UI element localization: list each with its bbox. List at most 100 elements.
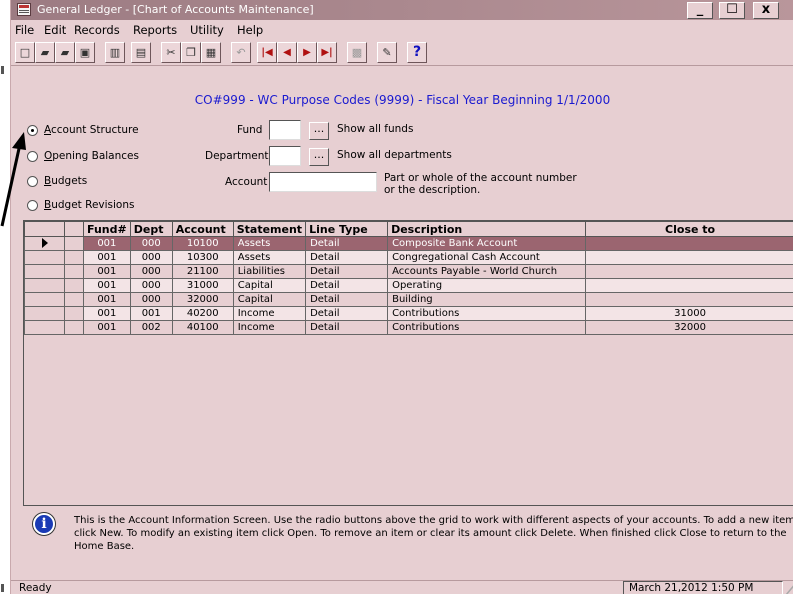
account-cell[interactable]: 31000 — [171, 278, 234, 293]
print-icon[interactable]: ▤ — [131, 42, 151, 63]
previous-record-icon[interactable]: ◀ — [277, 42, 297, 63]
title-bar[interactable]: General Ledger - [Chart of Accounts Main… — [11, 0, 793, 20]
header-account[interactable]: Account — [171, 221, 234, 237]
header-description[interactable]: Description — [387, 221, 587, 237]
cut-icon[interactable]: ✂ — [161, 42, 181, 63]
row-selector[interactable] — [24, 264, 65, 279]
header-statement[interactable]: Statement — [232, 221, 307, 237]
menu-file[interactable]: File — [15, 23, 34, 37]
close-to-cell[interactable]: 32000 — [585, 320, 793, 335]
line-type-cell[interactable]: Detail — [305, 250, 389, 265]
table-row[interactable]: 001 001 40200 Income Detail Contributions 3100… — [24, 306, 793, 321]
description-cell[interactable]: Contributions — [387, 320, 587, 335]
close-to-cell[interactable] — [585, 250, 793, 265]
account-cell[interactable]: 40200 — [171, 306, 234, 321]
fund-cell[interactable]: 001 — [83, 320, 131, 335]
delete-icon[interactable]: ▥ — [105, 42, 125, 63]
close-to-cell[interactable] — [585, 236, 793, 251]
account-cell[interactable]: 10100 — [171, 236, 234, 251]
account-cell[interactable]: 10300 — [171, 250, 234, 265]
account-search-input[interactable] — [269, 172, 377, 192]
next-record-icon[interactable]: ▶ — [297, 42, 317, 63]
line-type-cell[interactable]: Detail — [305, 306, 389, 321]
close-to-cell[interactable]: 31000 — [585, 306, 793, 321]
corner-header[interactable] — [24, 221, 65, 237]
dept-cell[interactable]: 000 — [129, 250, 173, 265]
table-row[interactable]: 001 000 21100 Liabilities Detail Accounts Pay… — [24, 264, 793, 279]
fund-lookup-button[interactable]: ... — [309, 122, 329, 140]
first-record-icon[interactable]: |◀ — [257, 42, 277, 63]
radio-label[interactable]: Account Structure — [44, 124, 139, 136]
last-record-icon[interactable]: ▶| — [317, 42, 337, 63]
statement-cell[interactable]: Capital — [232, 292, 307, 307]
radio-label[interactable]: Budget Revisions — [44, 199, 134, 211]
menu-reports[interactable]: Reports — [133, 23, 177, 37]
dept-cell[interactable]: 000 — [129, 292, 173, 307]
description-cell[interactable]: Operating — [387, 278, 587, 293]
fund-cell[interactable]: 001 — [83, 278, 131, 293]
statement-cell[interactable]: Income — [232, 306, 307, 321]
dept-cell[interactable]: 001 — [129, 306, 173, 321]
minimize-button[interactable]: _ — [687, 2, 713, 19]
dept-cell[interactable]: 000 — [129, 278, 173, 293]
statement-cell[interactable]: Assets — [232, 236, 307, 251]
open-folder-2-icon[interactable]: ▰ — [55, 42, 75, 63]
statement-cell[interactable]: Capital — [232, 278, 307, 293]
row-selector[interactable] — [24, 320, 65, 335]
statement-cell[interactable]: Assets — [232, 250, 307, 265]
table-row[interactable]: 001 000 10100 Assets Detail Composite Bank Ac… — [24, 236, 793, 251]
menu-utility[interactable]: Utility — [190, 23, 224, 37]
dept-cell[interactable]: 000 — [129, 264, 173, 279]
table-row[interactable]: 001 000 10300 Assets Detail Congregational Ca… — [24, 250, 793, 265]
account-cell[interactable]: 40100 — [171, 320, 234, 335]
fund-cell[interactable]: 001 — [83, 292, 131, 307]
statement-cell[interactable]: Income — [232, 320, 307, 335]
statement-cell[interactable]: Liabilities — [232, 264, 307, 279]
row-selector[interactable] — [24, 278, 65, 293]
fund-cell[interactable]: 001 — [83, 306, 131, 321]
description-cell[interactable]: Building — [387, 292, 587, 307]
menu-edit[interactable]: Edit — [44, 23, 66, 37]
department-input[interactable] — [269, 146, 301, 166]
dept-cell[interactable]: 000 — [129, 236, 173, 251]
fund-input[interactable] — [269, 120, 301, 140]
dept-cell[interactable]: 002 — [129, 320, 173, 335]
header-line-type[interactable]: Line Type — [305, 221, 389, 237]
close-to-cell[interactable] — [585, 292, 793, 307]
row-selector[interactable] — [24, 306, 65, 321]
description-cell[interactable]: Congregational Cash Account — [387, 250, 587, 265]
description-cell[interactable]: Accounts Payable - World Church — [387, 264, 587, 279]
row-selector[interactable] — [24, 250, 65, 265]
line-type-cell[interactable]: Detail — [305, 292, 389, 307]
description-cell[interactable]: Composite Bank Account — [387, 236, 587, 251]
undo-icon[interactable]: ↶ — [231, 42, 251, 63]
line-type-cell[interactable]: Detail — [305, 264, 389, 279]
menu-records[interactable]: Records — [74, 23, 120, 37]
table-row[interactable]: 001 002 40100 Income Detail Contributions 3200… — [24, 320, 793, 335]
row-selector[interactable] — [24, 236, 65, 251]
new-icon[interactable]: □ — [15, 42, 35, 63]
row-selector[interactable] — [24, 292, 65, 307]
line-type-cell[interactable]: Detail — [305, 236, 389, 251]
account-cell[interactable]: 32000 — [171, 292, 234, 307]
copy-icon[interactable]: ❐ — [181, 42, 201, 63]
save-icon[interactable]: ▣ — [75, 42, 95, 63]
close-to-cell[interactable] — [585, 264, 793, 279]
close-button[interactable]: x — [753, 2, 779, 19]
close-to-cell[interactable] — [585, 278, 793, 293]
radio-label[interactable]: Opening Balances — [44, 150, 139, 162]
radio-label[interactable]: Budgets — [44, 175, 87, 187]
department-lookup-button[interactable]: ... — [309, 148, 329, 166]
paste-icon[interactable]: ▦ — [201, 42, 221, 63]
header-fund[interactable]: Fund# — [83, 221, 131, 237]
menu-help[interactable]: Help — [237, 23, 263, 37]
help-icon[interactable]: ? — [407, 42, 427, 63]
app-icon[interactable] — [17, 3, 31, 16]
fund-cell[interactable]: 001 — [83, 250, 131, 265]
accounts-grid[interactable]: Fund# Dept Account Statement Line Type D… — [23, 220, 793, 506]
header-dept[interactable]: Dept — [129, 221, 173, 237]
account-cell[interactable]: 21100 — [171, 264, 234, 279]
fund-cell[interactable]: 001 — [83, 264, 131, 279]
line-type-cell[interactable]: Detail — [305, 278, 389, 293]
calculator-icon[interactable]: ▩ — [347, 42, 367, 63]
